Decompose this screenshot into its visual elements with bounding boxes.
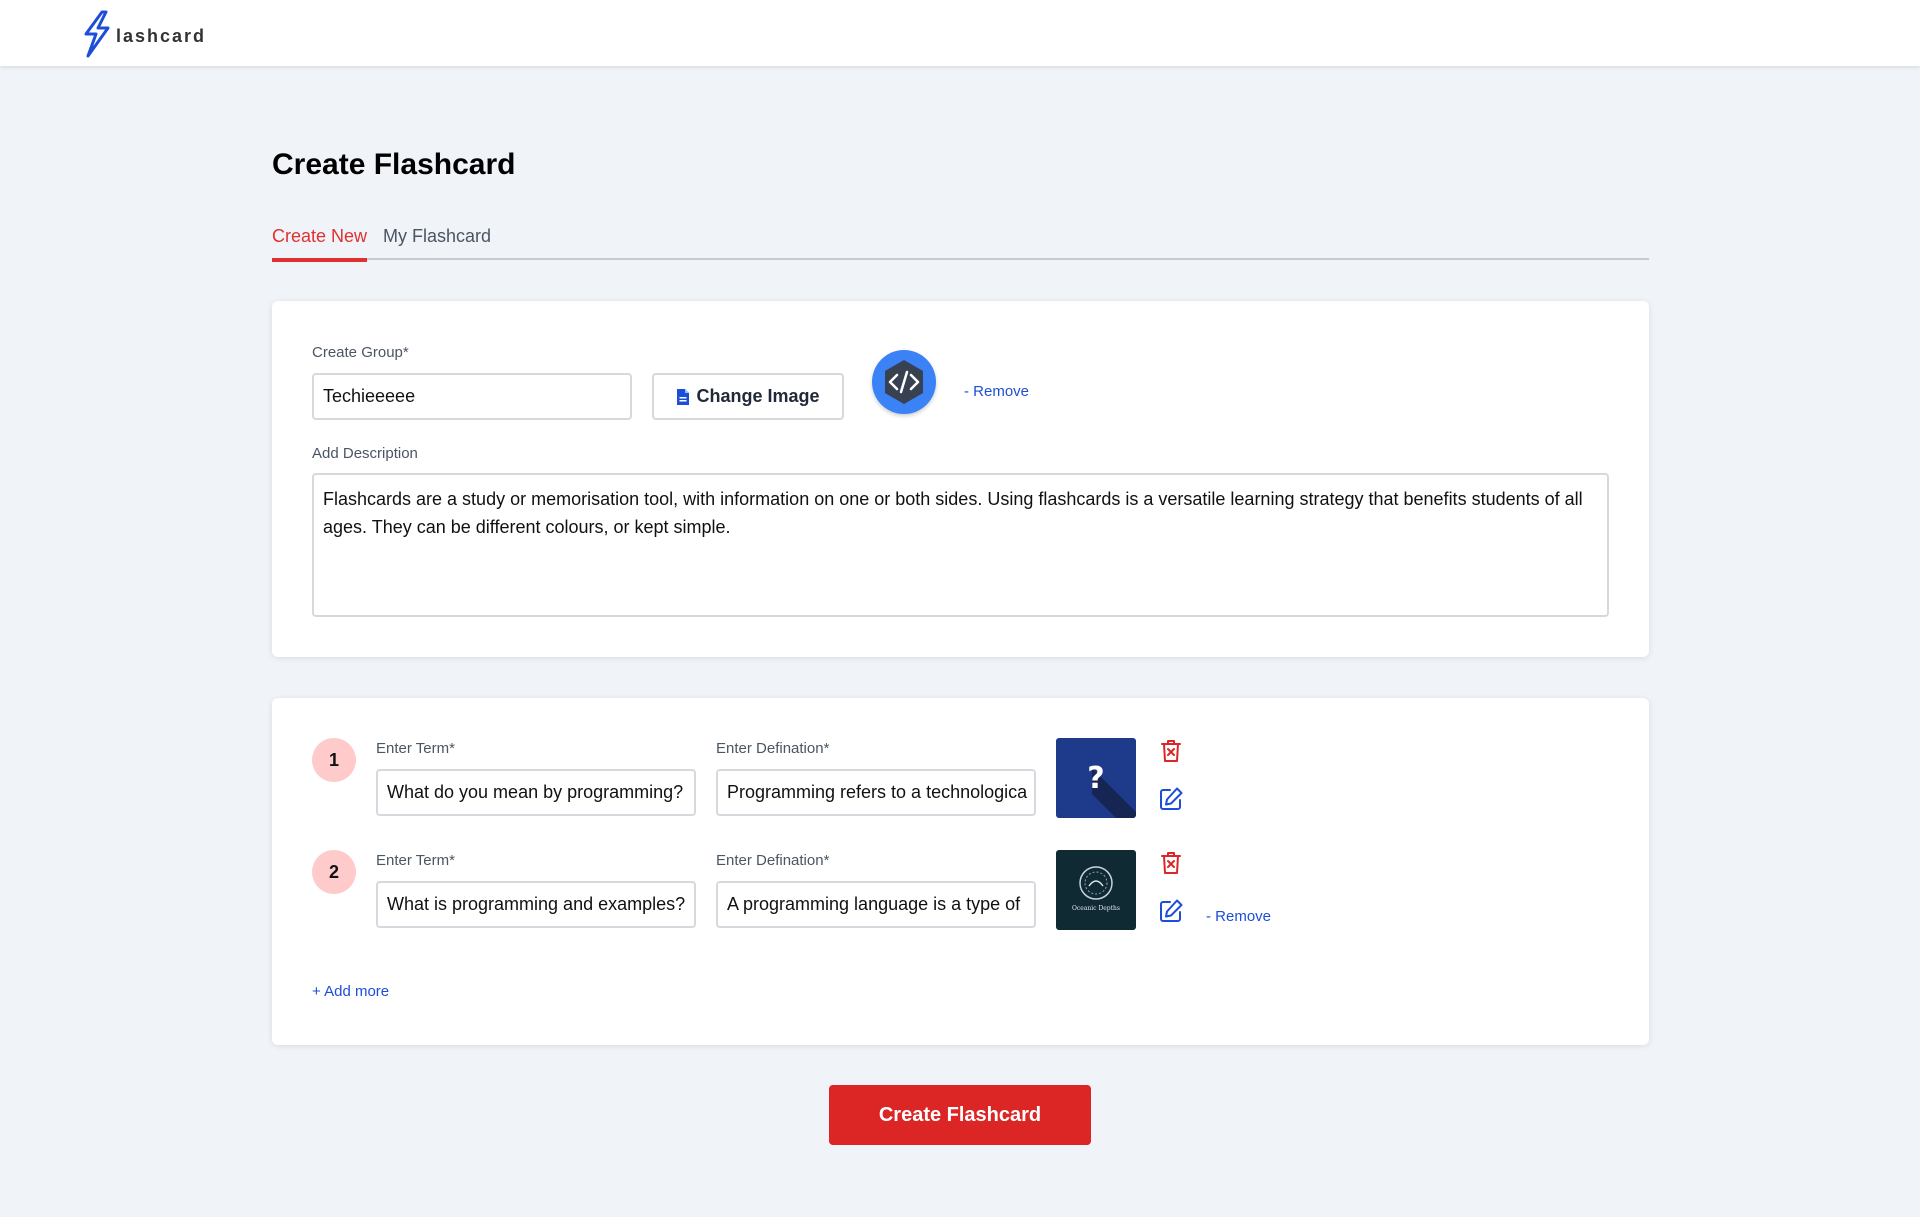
description-textarea[interactable]: Flashcards are a study or memorisation t… <box>312 473 1609 617</box>
description-label: Add Description <box>312 445 418 462</box>
tab-create-new[interactable]: Create New <box>272 226 368 262</box>
remove-group-image-link[interactable]: - Remove <box>964 383 1029 400</box>
file-icon <box>677 388 690 405</box>
group-name-input[interactable]: Techieeeee <box>312 373 632 420</box>
trash-icon <box>1161 740 1181 762</box>
group-name-label: Create Group* <box>312 344 409 361</box>
term-input[interactable]: What is programming and examples? <box>376 881 696 928</box>
tab-my-flashcard[interactable]: My Flashcard <box>383 226 491 260</box>
group-card: Create Group* Techieeeee Change Image - … <box>272 301 1649 657</box>
edit-icon <box>1160 899 1183 922</box>
question-mark-icon: ? <box>1056 738 1136 818</box>
delete-term-button[interactable] <box>1158 738 1184 764</box>
term-input[interactable]: What do you mean by programming? <box>376 769 696 816</box>
delete-term-button[interactable] <box>1158 850 1184 876</box>
oceanic-depths-image: Oceanic Depths <box>1056 850 1136 930</box>
trash-icon <box>1161 852 1181 874</box>
app-logo[interactable]: lashcard <box>80 10 206 58</box>
oceanic-depths-caption: Oceanic Depths <box>1072 905 1120 912</box>
definition-input[interactable]: A programming language is a type of <box>716 881 1036 928</box>
edit-term-button[interactable] <box>1158 898 1184 924</box>
tab-bar: Create New My Flashcard <box>272 226 1649 262</box>
change-image-button[interactable]: Change Image <box>652 373 844 420</box>
term-number-badge: 2 <box>312 850 356 894</box>
code-hexagon-icon <box>885 360 923 404</box>
logo-text: lashcard <box>116 25 207 46</box>
term-label: Enter Term* <box>376 740 455 757</box>
terms-card: 1 Enter Term* What do you mean by progra… <box>272 698 1649 1045</box>
lightning-bolt-icon <box>84 10 110 58</box>
term-number-badge: 1 <box>312 738 356 782</box>
definition-label: Enter Defination* <box>716 740 830 757</box>
add-more-link[interactable]: + Add more <box>312 983 389 1000</box>
edit-icon <box>1160 787 1183 810</box>
remove-term-image-link[interactable]: - Remove <box>1206 908 1271 925</box>
svg-text:?: ? <box>1087 761 1104 796</box>
definition-input[interactable]: Programming refers to a technologica <box>716 769 1036 816</box>
term-image[interactable]: Oceanic Depths <box>1056 850 1136 930</box>
page-title: Create Flashcard <box>272 148 516 181</box>
edit-term-button[interactable] <box>1158 786 1184 812</box>
change-image-label: Change Image <box>696 386 820 406</box>
definition-label: Enter Defination* <box>716 852 830 869</box>
top-navbar: lashcard <box>0 0 1920 66</box>
term-image[interactable]: ? <box>1056 738 1136 818</box>
term-label: Enter Term* <box>376 852 455 869</box>
group-image <box>872 350 936 414</box>
create-flashcard-button[interactable]: Create Flashcard <box>829 1085 1091 1145</box>
